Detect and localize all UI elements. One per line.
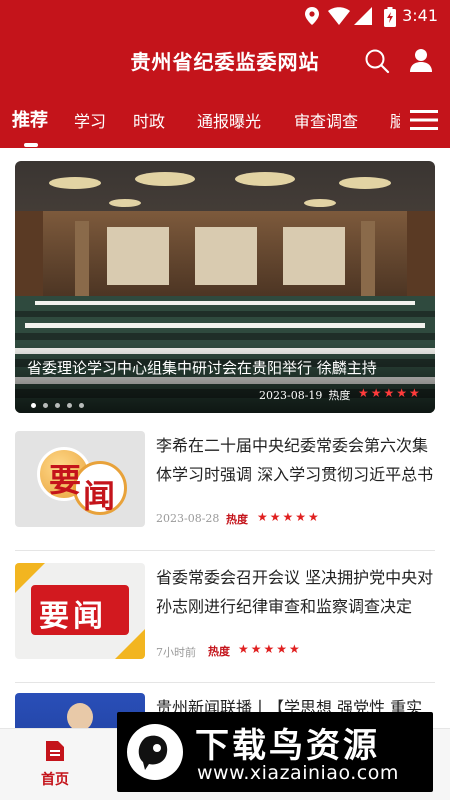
news-heat-label: 热度 [208,645,230,658]
tab-partial[interactable]: 脑 [390,108,400,132]
user-icon[interactable] [408,47,434,73]
tab-recommend[interactable]: 推荐 [12,106,48,132]
tab-study[interactable]: 学习 [74,108,106,132]
banner-heat-stars: ★★★★★ [358,386,422,400]
carousel-dot[interactable] [31,403,36,408]
anchor-figure [67,703,93,731]
menu-icon[interactable] [410,108,438,132]
watermark-title: 下载鸟资源 [195,726,380,766]
news-thumb-text: 要闻 [39,599,107,634]
news-thumbnail: 要 闻 [15,431,145,527]
watermark-url: www.xiazainiao.com [197,762,399,784]
carousel-dot[interactable] [79,403,84,408]
news-title: 李希在二十届中央纪委常委会第六次集体学习时强调 深入学习贯彻习近平总书记 [156,436,434,484]
news-date: 7小时前 [156,646,196,659]
news-heat-stars: ★★★★★ [257,510,321,524]
headline-banner[interactable]: 省委理论学习中心组集中研讨会在贵阳举行 徐麟主持 2023-08-19 热度 ★★… [15,161,435,413]
news-heat-stars: ★★★★★ [238,642,302,656]
wifi-icon [328,7,350,25]
news-thumb-char: 闻 [83,477,116,515]
news-thumb-char: 要 [49,461,82,499]
news-date: 2023-08-28 [156,512,220,525]
signal-icon [354,7,372,25]
news-item[interactable]: 要闻 省委常委会召开会议 坚决拥护党中央对孙志刚进行纪律审查和监察调查决定 7小… [15,563,435,683]
bird-logo-icon [138,735,168,770]
banner-date: 2023-08-19 [259,389,323,402]
home-doc-icon [46,741,64,761]
carousel-dot[interactable] [67,403,72,408]
tab-exposure[interactable]: 通报曝光 [197,108,261,132]
search-icon[interactable] [364,48,390,74]
battery-icon [384,7,396,27]
tab-indicator [24,143,38,147]
category-tabs: 推荐 学习 时政 通报曝光 审查调查 脑 [0,100,400,140]
nav-home-label: 首页 [41,772,69,788]
news-thumbnail: 要闻 [15,563,145,659]
news-heat-label: 热度 [226,513,248,526]
location-icon [305,7,319,25]
banner-caption: 省委理论学习中心组集中研讨会在贵阳举行 徐麟主持 [27,359,377,377]
status-bar: 3:41 [0,0,450,32]
carousel-dot[interactable] [43,403,48,408]
nav-home[interactable]: 首页 [30,741,80,789]
top-header: 3:41 贵州省纪委监委网站 推荐 学习 时政 通报曝光 审查调查 脑 [0,0,450,148]
tab-investigation[interactable]: 审查调查 [294,108,358,132]
carousel-dots [31,393,91,412]
news-title: 省委常委会召开会议 坚决拥护党中央对孙志刚进行纪律审查和监察调查决定 [156,568,434,616]
banner-meta: 2023-08-19 热度 [259,387,350,403]
carousel-dot[interactable] [55,403,60,408]
watermark-logo [127,724,183,780]
watermark: 下载鸟资源 www.xiazainiao.com [117,712,433,792]
tab-politics[interactable]: 时政 [133,108,165,132]
banner-heat-label: 热度 [328,389,351,402]
news-item[interactable]: 要 闻 李希在二十届中央纪委常委会第六次集体学习时强调 深入学习贯彻习近平总书记… [15,431,435,551]
status-time: 3:41 [402,6,438,25]
